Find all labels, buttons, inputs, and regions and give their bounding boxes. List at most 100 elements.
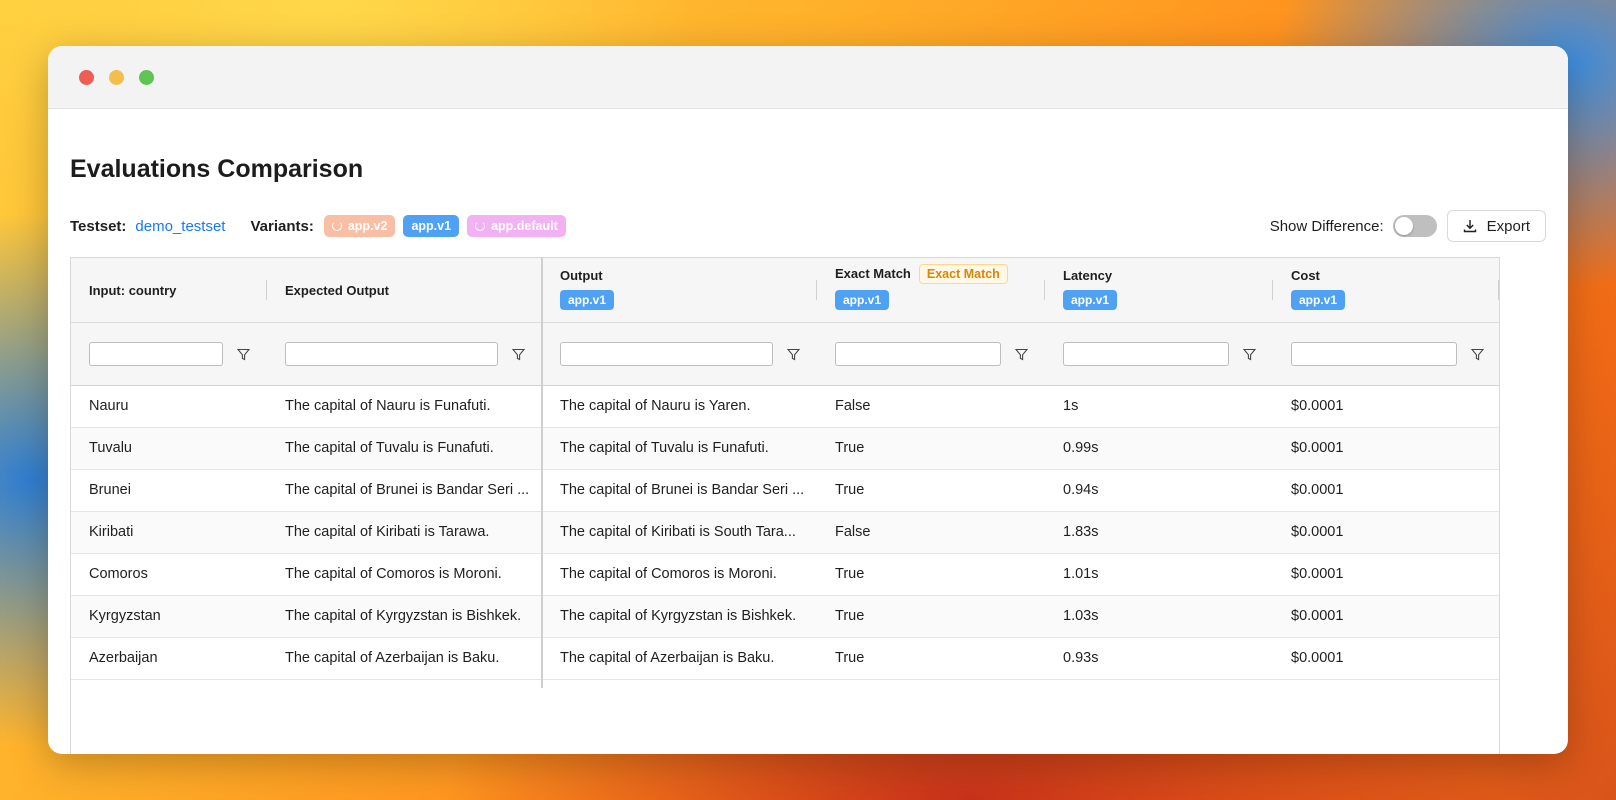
filter-icon[interactable] xyxy=(1471,348,1484,361)
cell-latency: 0.99s xyxy=(1063,440,1099,456)
toggle-knob xyxy=(1394,217,1413,235)
cell-exact-match: True xyxy=(835,608,865,624)
filter-icon[interactable] xyxy=(237,348,250,361)
cell-exact-match: True xyxy=(835,650,865,666)
cell-expected-output: The capital of Nauru is Funafuti. xyxy=(285,398,491,414)
minimize-window-button[interactable] xyxy=(109,70,124,85)
evaluator-badge: Exact Match xyxy=(918,264,1008,284)
loading-spinner-icon xyxy=(331,221,342,231)
variant-tag-label: app.v1 xyxy=(411,219,452,233)
loading-spinner-icon xyxy=(475,221,486,231)
filter-icon[interactable] xyxy=(1243,348,1256,361)
column-variant-tag: app.v1 xyxy=(560,290,615,310)
table-row[interactable]: Brunei The capital of Brunei is Bandar S… xyxy=(71,470,1499,512)
table-row[interactable]: Tuvalu The capital of Tuvalu is Funafuti… xyxy=(71,428,1499,470)
cell-cost: $0.0001 xyxy=(1291,398,1344,414)
cell-cost: $0.0001 xyxy=(1291,566,1344,582)
cell-output: The capital of Nauru is Yaren. xyxy=(560,398,751,414)
cell-input: Kyrgyzstan xyxy=(89,608,161,624)
comparison-table: Input: country Expected Output Output ap… xyxy=(70,257,1500,754)
column-title: Output xyxy=(560,268,603,283)
filter-input[interactable] xyxy=(560,342,773,366)
cell-latency: 0.94s xyxy=(1063,482,1099,498)
column-title: Input: country xyxy=(89,282,177,298)
variant-tag-label: app.default xyxy=(491,219,558,233)
column-variant-tag: app.v1 xyxy=(835,290,890,310)
show-difference-label: Show Difference: xyxy=(1269,217,1384,235)
table-row[interactable]: Nauru The capital of Nauru is Funafuti. … xyxy=(71,386,1499,428)
cell-output: The capital of Tuvalu is Funafuti. xyxy=(560,440,769,456)
cell-expected-output: The capital of Tuvalu is Funafuti. xyxy=(285,440,494,456)
table-row[interactable]: Kiribati The capital of Kiribati is Tara… xyxy=(71,512,1499,554)
cell-cost: $0.0001 xyxy=(1291,608,1344,624)
variant-tag-app-v2[interactable]: app.v2 xyxy=(323,215,396,237)
export-label: Export xyxy=(1486,217,1530,235)
app-window: Evaluations Comparison Testset: demo_tes… xyxy=(48,46,1568,754)
meta-row: Testset: demo_testset Variants: app.v2 a… xyxy=(70,209,1546,243)
filter-icon[interactable] xyxy=(512,348,525,361)
download-icon xyxy=(1463,220,1476,233)
table-header: Input: country Expected Output Output ap… xyxy=(71,258,1499,323)
cell-input: Brunei xyxy=(89,482,131,498)
testset-link[interactable]: demo_testset xyxy=(135,218,225,235)
table-row[interactable]: Comoros The capital of Comoros is Moroni… xyxy=(71,554,1499,596)
filter-cell-exact-match xyxy=(817,323,1028,385)
filter-cell-input xyxy=(71,323,250,385)
cell-exact-match: False xyxy=(835,524,871,540)
cell-input: Nauru xyxy=(89,398,129,414)
cell-exact-match: False xyxy=(835,398,871,414)
cell-latency: 1.01s xyxy=(1063,566,1099,582)
close-window-button[interactable] xyxy=(79,70,94,85)
cell-latency: 0.93s xyxy=(1063,650,1099,666)
filter-cell-latency xyxy=(1045,323,1256,385)
column-variant-tag: app.v1 xyxy=(1063,290,1118,310)
cell-expected-output: The capital of Kyrgyzstan is Bishkek. xyxy=(285,608,522,624)
cell-exact-match: True xyxy=(835,482,865,498)
cell-output: The capital of Brunei is Bandar Seri ... xyxy=(560,482,805,498)
column-header-expected-output[interactable]: Expected Output xyxy=(267,258,541,322)
cell-expected-output: The capital of Comoros is Moroni. xyxy=(285,566,502,582)
cell-expected-output: The capital of Brunei is Bandar Seri ... xyxy=(285,482,530,498)
column-header-cost[interactable]: Cost app.v1 xyxy=(1273,258,1499,322)
filter-icon[interactable] xyxy=(1015,348,1028,361)
filter-cell-cost xyxy=(1273,323,1484,385)
column-header-latency[interactable]: Latency app.v1 xyxy=(1045,258,1273,322)
cell-cost: $0.0001 xyxy=(1291,650,1344,666)
column-resize-handle[interactable] xyxy=(1498,280,1499,300)
table-row[interactable]: Kyrgyzstan The capital of Kyrgyzstan is … xyxy=(71,596,1499,638)
filter-input[interactable] xyxy=(1063,342,1229,366)
toolbar-right: Show Difference: Export xyxy=(1270,210,1546,242)
cell-cost: $0.0001 xyxy=(1291,440,1344,456)
column-title: Latency xyxy=(1063,268,1113,283)
cell-output: The capital of Kyrgyzstan is Bishkek. xyxy=(560,608,797,624)
column-title: Exact Match xyxy=(835,266,911,282)
column-title: Cost xyxy=(1291,268,1320,283)
table-row[interactable]: Azerbaijan The capital of Azerbaijan is … xyxy=(71,638,1499,680)
filter-input[interactable] xyxy=(1291,342,1457,366)
filter-input[interactable] xyxy=(89,342,223,366)
filter-icon[interactable] xyxy=(787,348,800,361)
show-difference-toggle[interactable] xyxy=(1392,215,1437,237)
variant-tag-label: app.v2 xyxy=(347,219,388,233)
column-header-exact-match[interactable]: Exact Match Exact Match app.v1 xyxy=(817,258,1045,322)
column-header-output[interactable]: Output app.v1 xyxy=(542,258,817,322)
filter-input[interactable] xyxy=(835,342,1001,366)
column-header-input[interactable]: Input: country xyxy=(71,258,267,322)
title-bar xyxy=(48,46,1568,109)
variant-tag-app-v1[interactable]: app.v1 xyxy=(403,215,460,237)
filter-input[interactable] xyxy=(285,342,498,366)
maximize-window-button[interactable] xyxy=(139,70,154,85)
cell-input: Kiribati xyxy=(89,524,134,540)
export-button[interactable]: Export xyxy=(1446,210,1546,242)
cell-latency: 1.83s xyxy=(1063,524,1099,540)
variant-tag-app-default[interactable]: app.default xyxy=(467,215,566,237)
cell-input: Tuvalu xyxy=(89,440,132,456)
cell-exact-match: True xyxy=(835,440,865,456)
filter-row xyxy=(71,323,1499,386)
column-title: Expected Output xyxy=(285,282,390,298)
filter-cell-expected-output xyxy=(267,323,525,385)
cell-output: The capital of Comoros is Moroni. xyxy=(560,566,777,582)
cell-exact-match: True xyxy=(835,566,865,582)
filter-cell-output xyxy=(542,323,800,385)
column-variant-tag: app.v1 xyxy=(1291,290,1346,310)
